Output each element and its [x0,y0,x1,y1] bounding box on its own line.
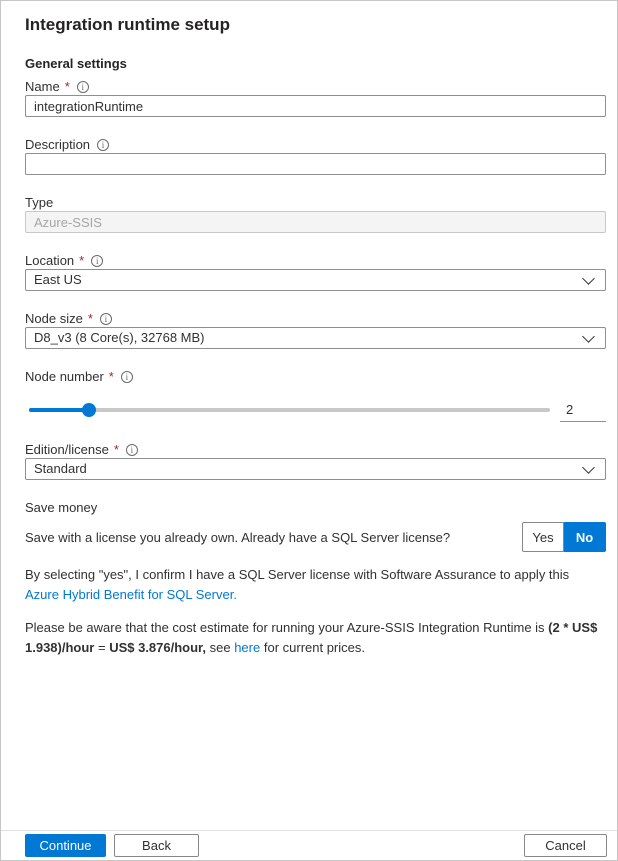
back-button[interactable]: Back [114,834,199,857]
info-icon[interactable] [100,313,112,325]
license-question: Save with a license you already own. Alr… [25,530,450,545]
info-icon[interactable] [91,255,103,267]
location-selected-value: East US [34,272,82,287]
location-label-row: Location * [25,252,606,269]
location-label: Location [25,253,74,268]
license-confirm-text: By selecting "yes", I confirm I have a S… [25,567,569,582]
required-marker: * [79,253,84,268]
info-icon[interactable] [77,81,89,93]
type-input [25,211,606,233]
description-label: Description [25,137,90,152]
cancel-button[interactable]: Cancel [524,834,607,857]
yes-button[interactable]: Yes [522,522,564,552]
node-number-value[interactable]: 2 [560,398,606,422]
required-marker: * [109,369,114,384]
edition-label: Edition/license [25,442,109,457]
edition-selected-value: Standard [34,461,87,476]
edition-label-row: Edition/license * [25,441,606,458]
slider-fill [29,408,89,412]
section-general-settings: General settings [25,56,606,72]
slider-thumb[interactable] [82,403,96,417]
here-link[interactable]: here [234,640,260,655]
chevron-down-icon [582,330,595,343]
required-marker: * [88,311,93,326]
cost-end: for current prices. [260,640,365,655]
info-icon[interactable] [126,444,138,456]
page-title: Integration runtime setup [25,13,606,37]
name-label-row: Name * [25,78,606,95]
slider-track[interactable] [29,408,550,412]
azure-hybrid-benefit-link[interactable]: Azure Hybrid Benefit for SQL Server. [25,587,237,602]
save-money-heading: Save money [25,499,606,516]
node-size-label: Node size [25,311,83,326]
required-marker: * [65,79,70,94]
cost-total: US$ 3.876/hour, [109,640,206,655]
footer-bar: Continue Back Cancel [1,830,617,860]
node-size-select[interactable]: D8_v3 (8 Core(s), 32768 MB) [25,327,606,349]
node-number-label: Node number [25,369,104,384]
node-size-selected-value: D8_v3 (8 Core(s), 32768 MB) [34,330,205,345]
cost-estimate-paragraph: Please be aware that the cost estimate f… [25,618,606,658]
chevron-down-icon [582,461,595,474]
node-size-label-row: Node size * [25,310,606,327]
description-input[interactable] [25,153,606,175]
cost-text: Please be aware that the cost estimate f… [25,620,548,635]
name-label: Name [25,79,60,94]
panel-content: Integration runtime setup General settin… [1,1,617,658]
node-number-slider[interactable] [29,403,550,417]
license-toggle: Yes No [522,522,606,552]
integration-runtime-setup-panel: Integration runtime setup General settin… [0,0,618,861]
chevron-down-icon [582,272,595,285]
description-label-row: Description [25,136,606,153]
info-icon[interactable] [121,371,133,383]
edition-select[interactable]: Standard [25,458,606,480]
no-button[interactable]: No [564,522,606,552]
location-select[interactable]: East US [25,269,606,291]
node-number-label-row: Node number * [25,368,606,385]
cost-equals: = [94,640,109,655]
type-label-row: Type [25,194,606,211]
info-icon[interactable] [97,139,109,151]
node-number-slider-row: 2 [25,397,606,423]
license-confirm-paragraph: By selecting "yes", I confirm I have a S… [25,565,606,605]
name-input[interactable] [25,95,606,117]
license-question-row: Save with a license you already own. Alr… [25,522,606,552]
required-marker: * [114,442,119,457]
type-label: Type [25,195,53,210]
continue-button[interactable]: Continue [25,834,106,857]
cost-see: see [206,640,234,655]
